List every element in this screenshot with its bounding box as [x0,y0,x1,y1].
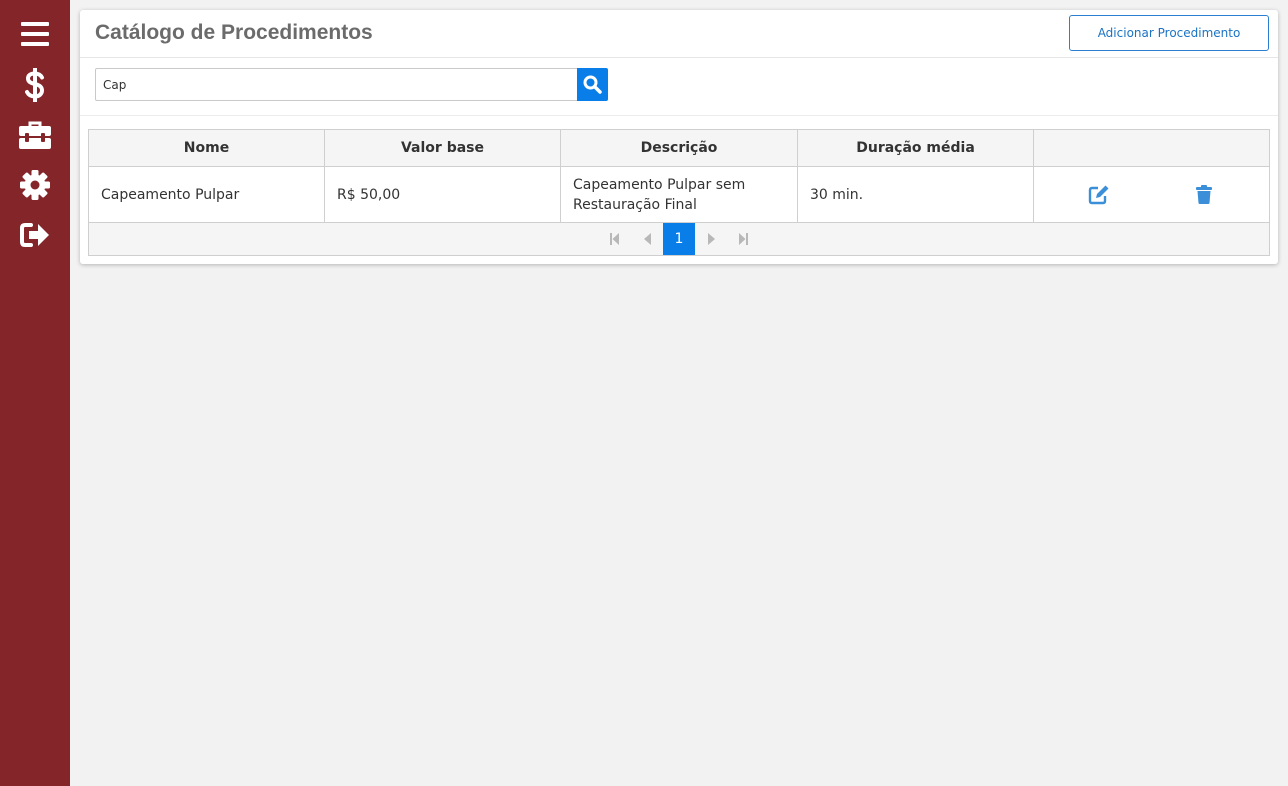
pagination: 1 [89,223,1269,255]
prev-page-icon [643,233,651,245]
search-button[interactable] [577,68,608,101]
procedures-table: Nome Valor base Descrição Duração média … [88,129,1270,256]
last-page-icon [739,233,748,245]
menu-button[interactable] [17,16,53,52]
cell-nome: Capeamento Pulpar [89,167,325,222]
cell-actions [1034,167,1269,222]
first-page-button[interactable] [599,223,631,255]
search-icon [583,75,602,94]
table-header: Nome Valor base Descrição Duração média [89,130,1269,167]
sign-out-icon [20,223,49,247]
column-header-descricao[interactable]: Descrição [561,130,798,166]
toolbox-button[interactable] [17,117,53,153]
prev-page-button[interactable] [631,223,663,255]
page-number-current[interactable]: 1 [663,223,695,255]
finance-button[interactable] [17,67,53,103]
sidebar [0,0,70,786]
search-input[interactable] [95,68,578,101]
column-header-actions [1034,130,1269,166]
first-page-icon [610,233,619,245]
cell-descricao: Capeamento Pulpar sem Restauração Final [561,167,798,222]
next-page-icon [707,233,715,245]
panel-header: Catálogo de Procedimentos Adicionar Proc… [80,10,1278,58]
menu-icon [21,22,49,46]
procedures-panel: Catálogo de Procedimentos Adicionar Proc… [80,10,1278,264]
cell-valor-base: R$ 50,00 [325,167,561,222]
toolbox-icon [19,121,51,149]
last-page-button[interactable] [727,223,759,255]
search-bar [80,58,1278,116]
settings-button[interactable] [17,167,53,203]
edit-button[interactable] [1084,180,1114,210]
table-row[interactable]: Capeamento Pulpar R$ 50,00 Capeamento Pu… [89,167,1269,223]
column-header-valor-base[interactable]: Valor base [325,130,561,166]
delete-button[interactable] [1189,180,1219,210]
add-procedure-button[interactable]: Adicionar Procedimento [1069,15,1269,51]
page-title: Catálogo de Procedimentos [95,21,373,44]
column-header-nome[interactable]: Nome [89,130,325,166]
dollar-icon [25,68,45,102]
gear-icon [20,170,50,200]
next-page-button[interactable] [695,223,727,255]
cell-duracao: 30 min. [798,167,1034,222]
edit-icon [1088,185,1109,204]
column-header-duracao[interactable]: Duração média [798,130,1034,166]
logout-button[interactable] [17,217,53,253]
trash-icon [1196,185,1213,204]
